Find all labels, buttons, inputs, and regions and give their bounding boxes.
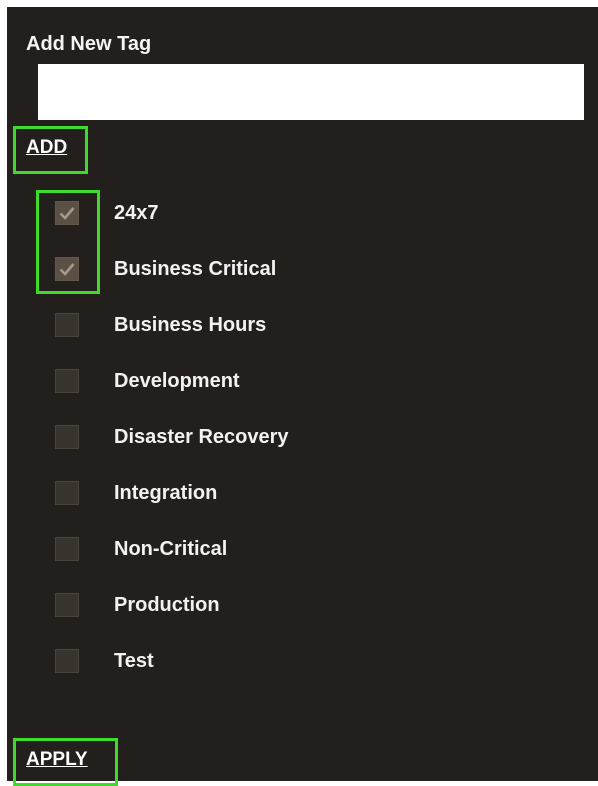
tag-item-integration[interactable]: Integration (55, 479, 217, 507)
tag-label: Non-Critical (114, 537, 228, 560)
tag-label: Business Hours (114, 313, 267, 336)
tag-item-non-critical[interactable]: Non-Critical (55, 535, 227, 563)
panel-title: Add New Tag (26, 33, 152, 55)
tag-checkbox[interactable] (55, 537, 79, 561)
tag-checkbox[interactable] (55, 481, 79, 505)
tag-checkbox[interactable] (55, 313, 79, 337)
tag-checkbox[interactable] (55, 593, 79, 617)
tag-label: Development (114, 369, 240, 392)
apply-button[interactable]: APPLY (26, 750, 88, 769)
tag-checkbox[interactable] (55, 369, 79, 393)
tag-checkbox[interactable] (55, 257, 79, 281)
add-button[interactable]: ADD (26, 138, 67, 157)
tag-item-development[interactable]: Development (55, 367, 240, 395)
tag-item-business-hours[interactable]: Business Hours (55, 311, 266, 339)
tag-item-24x7[interactable]: 24x7 (55, 199, 159, 227)
tag-checkbox[interactable] (55, 425, 79, 449)
tag-item-test[interactable]: Test (55, 647, 154, 675)
tag-checkbox[interactable] (55, 649, 79, 673)
tag-item-business-critical[interactable]: Business Critical (55, 255, 276, 283)
tag-label: Production (114, 593, 220, 616)
tag-label: Disaster Recovery (114, 425, 289, 448)
tag-panel: Add New Tag ADD 24x7 Business Critical B… (7, 7, 598, 786)
tag-checkbox[interactable] (55, 201, 79, 225)
tag-label: Test (114, 649, 154, 672)
tag-label: Integration (114, 481, 218, 504)
tag-label: Business Critical (114, 257, 277, 280)
tag-item-production[interactable]: Production (55, 591, 220, 619)
checkmark-icon (59, 207, 75, 220)
new-tag-input[interactable] (38, 64, 584, 120)
tag-label: 24x7 (114, 201, 159, 224)
tag-item-disaster-recovery[interactable]: Disaster Recovery (55, 423, 289, 451)
checkmark-icon (59, 263, 75, 276)
